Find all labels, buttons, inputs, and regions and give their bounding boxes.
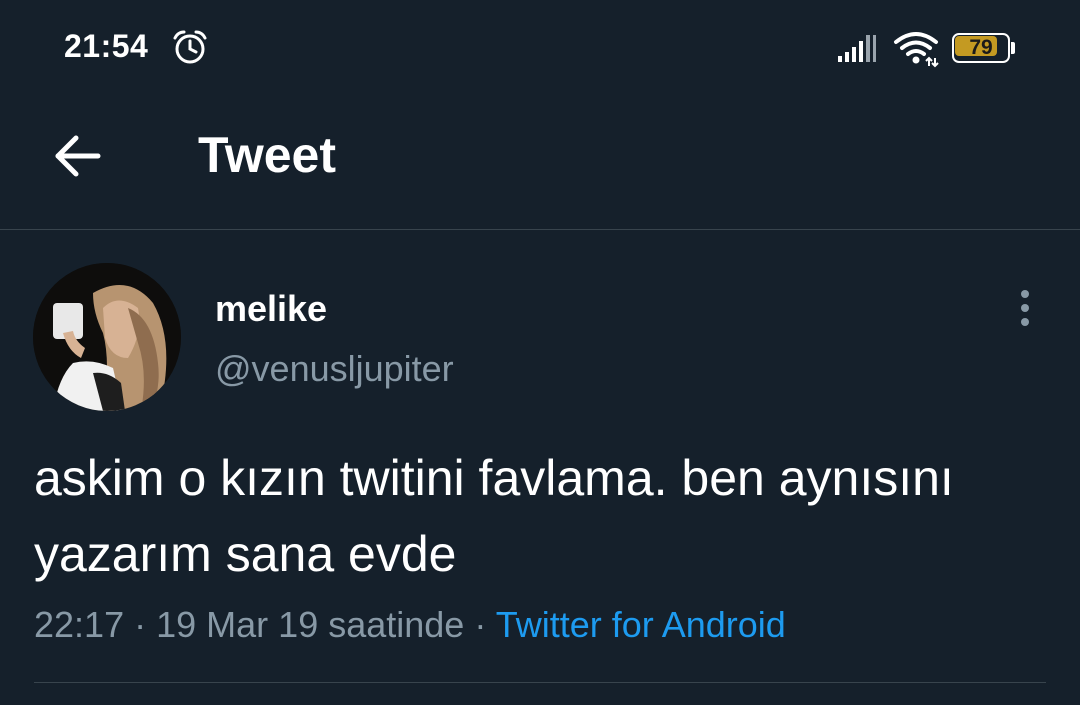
status-time: 21:54 — [64, 28, 149, 64]
battery-cap — [1011, 42, 1015, 54]
tweet-date: 19 Mar 19 saatinde — [156, 604, 465, 645]
wifi-icon — [894, 32, 939, 68]
avatar-photo — [33, 263, 181, 411]
battery-level: 79 — [969, 36, 993, 59]
user-handle[interactable]: @venusljupiter — [215, 348, 454, 390]
status-bar: 21:54 79 — [0, 0, 1080, 100]
tweet-metadata: 22:17 · 19 Mar 19 saatinde · Twitter for… — [34, 604, 786, 646]
tweet: melike @venusljupiter askim o kızın twit… — [0, 230, 1080, 705]
top-app-bar: Tweet — [0, 100, 1080, 228]
tweet-divider — [34, 682, 1046, 683]
tweet-time: 22:17 — [34, 604, 125, 645]
signal-strength-icon — [838, 35, 876, 62]
tweet-text: askim o kızın twitini favlama. ben aynıs… — [34, 450, 954, 582]
back-arrow-icon[interactable] — [48, 126, 108, 186]
more-options-icon[interactable] — [1010, 288, 1040, 328]
battery-indicator: 79 — [952, 33, 1015, 63]
display-name[interactable]: melike — [215, 288, 327, 330]
page-title: Tweet — [198, 127, 336, 183]
alarm-clock-icon — [173, 30, 207, 64]
meta-separator: · — [474, 604, 487, 645]
tweet-source-link[interactable]: Twitter for Android — [496, 604, 786, 645]
meta-separator: · — [134, 604, 147, 645]
avatar[interactable] — [33, 263, 181, 411]
